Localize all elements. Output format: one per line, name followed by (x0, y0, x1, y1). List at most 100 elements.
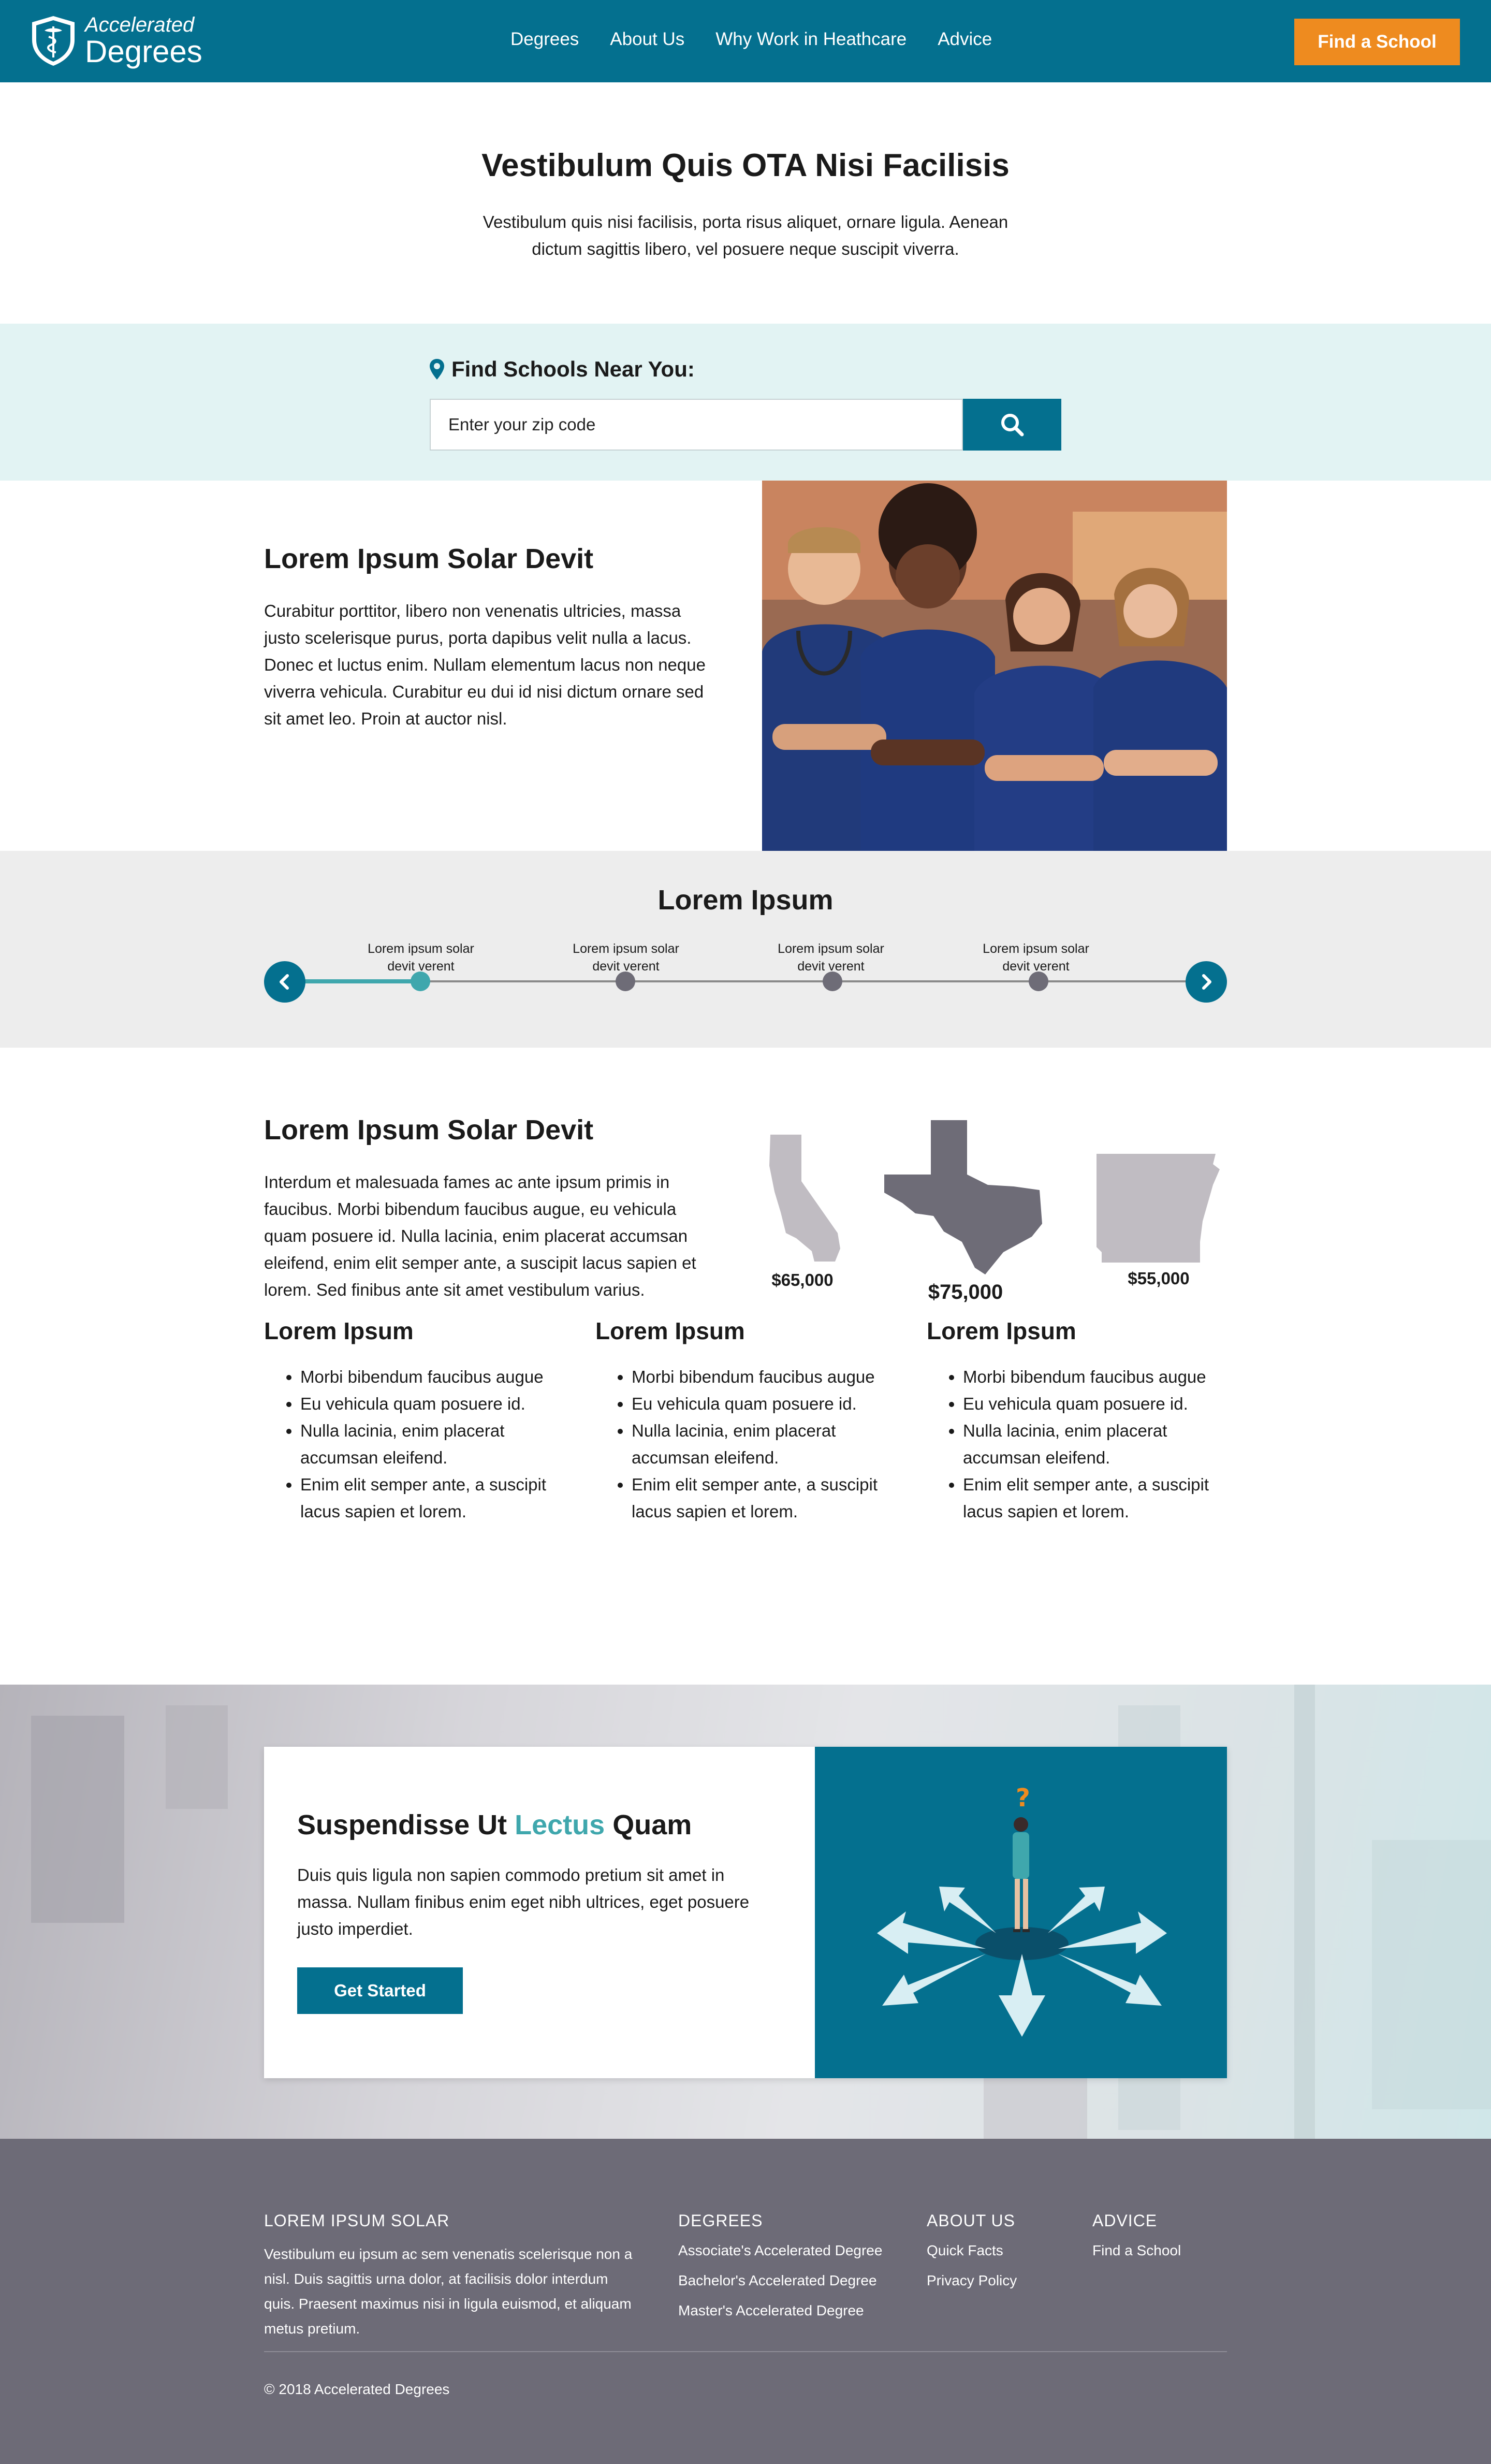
footer-aboutus-title: ABOUT US (927, 2211, 1015, 2230)
question-mark-icon: ? (1016, 1784, 1030, 1813)
list-item: Morbi bibendum faucibus augue (300, 1364, 569, 1390)
column-title: Lorem Ipsum (927, 1317, 1076, 1344)
column-list: Morbi bibendum faucibus augue Eu vehicul… (927, 1364, 1232, 1525)
hero-text: Vestibulum quis nisi facilisis, porta ri… (483, 212, 1008, 258)
info-section-1: Lorem Ipsum Solar Devit Curabitur portti… (0, 481, 1491, 851)
nav-advice[interactable]: Advice (938, 29, 992, 50)
school-search: Find Schools Near You: (0, 324, 1491, 481)
logo-line2: Degrees (85, 34, 202, 69)
page-title: Vestibulum Quis OTA Nisi Facilisis (481, 148, 1010, 183)
site-header: Accelerated Degrees Degrees About Us Why… (0, 0, 1491, 82)
list-item: Eu vehicula quam posuere id. (963, 1390, 1232, 1417)
nav-why-work-in-healthcare[interactable]: Why Work in Heathcare (715, 29, 907, 50)
logo-line1: Accelerated (85, 13, 195, 36)
info1-text: Curabitur porttitor, libero non venenati… (264, 601, 706, 728)
list-item: Eu vehicula quam posuere id. (632, 1390, 901, 1417)
list-item: Nulla lacinia, enim placerat accumsan el… (300, 1417, 569, 1471)
feature-column: Lorem Ipsum Morbi bibendum faucibus augu… (595, 1317, 901, 1525)
cta-title-post: Quam (612, 1809, 692, 1840)
footer-about-title: LOREM IPSUM SOLAR (264, 2211, 450, 2230)
map-pin-icon (430, 359, 444, 380)
info-section-2: Lorem Ipsum Solar Devit Interdum et male… (0, 1048, 1491, 1317)
shield-caduceus-icon (32, 16, 75, 66)
list-item: Nulla lacinia, enim placerat accumsan el… (963, 1417, 1232, 1471)
list-item: Enim elit semper ante, a suscipit lacus … (963, 1471, 1232, 1525)
footer-divider (264, 2351, 1227, 2352)
timeline-step-dot[interactable] (616, 972, 635, 991)
feature-column: Lorem Ipsum Morbi bibendum faucibus augu… (927, 1317, 1232, 1525)
list-item: Enim elit semper ante, a suscipit lacus … (632, 1471, 901, 1525)
info1-title: Lorem Ipsum Solar Devit (264, 543, 594, 574)
list-item: Eu vehicula quam posuere id. (300, 1390, 569, 1417)
get-started-button[interactable]: Get Started (297, 1967, 463, 2014)
timeline-step-label: Lorem ipsum solar devit verent (983, 941, 1089, 974)
chevron-left-icon (280, 974, 289, 990)
feature-column: Lorem Ipsum Morbi bibendum faucibus augu… (264, 1317, 569, 1525)
site-logo[interactable]: Accelerated Degrees (31, 15, 202, 67)
cta-illustration-panel: ? (815, 1747, 1227, 2078)
search-icon (1001, 414, 1024, 437)
arkansas-salary: $55,000 (1128, 1269, 1190, 1288)
timeline-step-dot[interactable] (1029, 972, 1048, 991)
search-label: Find Schools Near You: (430, 357, 695, 382)
nav-about-us[interactable]: About Us (610, 29, 684, 50)
timeline-step-label: Lorem ipsum solar devit verent (573, 941, 679, 974)
list-item: Morbi bibendum faucibus augue (632, 1364, 901, 1390)
column-list: Morbi bibendum faucibus augue Eu vehicul… (264, 1364, 569, 1525)
footer-about: LOREM IPSUM SOLAR Vestibulum eu ipsum ac… (264, 2211, 642, 2341)
footer-link[interactable]: Master's Accelerated Degree (678, 2296, 882, 2326)
column-list: Morbi bibendum faucibus augue Eu vehicul… (595, 1364, 901, 1525)
timeline-prev-button[interactable] (264, 961, 305, 1003)
site-footer: LOREM IPSUM SOLAR Vestibulum eu ipsum ac… (0, 2139, 1491, 2464)
texas-salary: $75,000 (928, 1281, 1003, 1303)
main-nav: Degrees About Us Why Work in Heathcare A… (510, 29, 1023, 50)
nurses-illustration (762, 481, 1227, 851)
footer-link[interactable]: Bachelor's Accelerated Degree (678, 2266, 882, 2296)
cta-section: Suspendisse Ut Lectus Quam Duis quis lig… (0, 1685, 1491, 2139)
search-row (430, 399, 1061, 451)
arkansas-state-shape (1097, 1154, 1220, 1263)
footer-about-text: Vestibulum eu ipsum ac sem venenatis sce… (264, 2246, 633, 2337)
footer-link[interactable]: Find a School (1092, 2236, 1181, 2266)
cta-text: Duis quis ligula non sapien commodo pret… (297, 1865, 750, 1938)
footer-degrees-title: DEGREES (678, 2211, 763, 2230)
feature-columns: Lorem Ipsum Morbi bibendum faucibus augu… (0, 1317, 1491, 1685)
timeline-step-dot[interactable] (411, 972, 430, 991)
cta-title: Suspendisse Ut Lectus Quam (297, 1809, 783, 1841)
list-item: Morbi bibendum faucibus augue (963, 1364, 1232, 1390)
footer-advice-title: ADVICE (1092, 2211, 1158, 2230)
info2-text: Interdum et malesuada fames ac ante ipsu… (264, 1172, 696, 1299)
timeline-next-button[interactable] (1186, 961, 1227, 1003)
hero-section: Vestibulum Quis OTA Nisi Facilisis Vesti… (0, 82, 1491, 324)
column-title: Lorem Ipsum (595, 1317, 745, 1344)
column-title: Lorem Ipsum (264, 1317, 414, 1344)
find-a-school-button[interactable]: Find a School (1294, 19, 1460, 65)
list-item: Enim elit semper ante, a suscipit lacus … (300, 1471, 569, 1525)
footer-advice: ADVICE Find a School (1092, 2211, 1181, 2266)
cta-card: Suspendisse Ut Lectus Quam Duis quis lig… (264, 1747, 1227, 2078)
search-button[interactable] (963, 399, 1061, 451)
timeline-section: Lorem Ipsum Lorem ipsum solar devit vere… (0, 851, 1491, 1048)
cta-title-pre: Suspendisse Ut (297, 1809, 507, 1840)
timeline-step-dot[interactable] (823, 972, 842, 991)
nurses-photo (762, 481, 1227, 851)
copyright: © 2018 Accelerated Degrees (264, 2381, 450, 2397)
footer-link[interactable]: Associate's Accelerated Degree (678, 2236, 882, 2266)
footer-link[interactable]: Quick Facts (927, 2236, 1017, 2266)
info2-title: Lorem Ipsum Solar Devit (264, 1114, 594, 1146)
california-state-shape (769, 1135, 840, 1262)
nav-degrees[interactable]: Degrees (510, 29, 579, 50)
cta-title-accent: Lectus (515, 1809, 605, 1840)
timeline-step-label: Lorem ipsum solar devit verent (778, 941, 884, 974)
zip-code-input[interactable] (430, 399, 963, 451)
footer-about-us: ABOUT US Quick Facts Privacy Policy (927, 2211, 1017, 2296)
list-item: Nulla lacinia, enim placerat accumsan el… (632, 1417, 901, 1471)
california-salary: $65,000 (771, 1270, 834, 1289)
chevron-right-icon (1202, 974, 1211, 990)
footer-degrees: DEGREES Associate's Accelerated Degree B… (678, 2211, 882, 2326)
search-label-text: Find Schools Near You: (451, 357, 695, 381)
timeline-step-label: Lorem ipsum solar devit verent (368, 941, 474, 974)
texas-state-shape (884, 1120, 1042, 1274)
footer-link[interactable]: Privacy Policy (927, 2266, 1017, 2296)
cta-content: Suspendisse Ut Lectus Quam Duis quis lig… (264, 1747, 815, 2078)
